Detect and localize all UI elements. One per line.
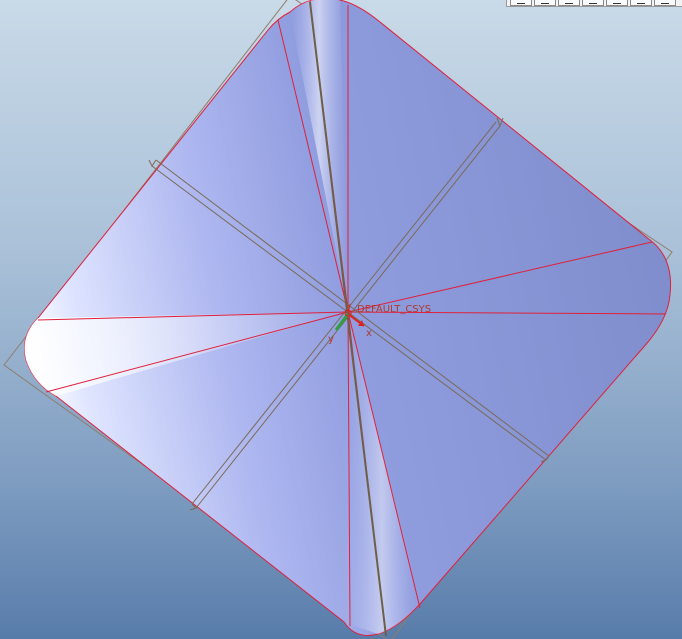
- view-button-7[interactable]: [654, 0, 676, 6]
- view-button-2[interactable]: [534, 0, 556, 6]
- view-button-4[interactable]: [582, 0, 604, 6]
- view-toolbar: [506, 0, 682, 7]
- view-button-5[interactable]: [606, 0, 628, 6]
- view-button-3[interactable]: [558, 0, 580, 6]
- csys-label: DEFAULT_CSYS: [357, 304, 431, 315]
- axis-y-label: y: [328, 334, 334, 345]
- view-button-6[interactable]: [630, 0, 652, 6]
- axis-x-label: x: [366, 328, 372, 339]
- view-button-1[interactable]: [510, 0, 532, 6]
- model-canvas[interactable]: DEFAULT_CSYS y x: [0, 0, 682, 639]
- model-viewport[interactable]: DEFAULT_CSYS y x: [0, 0, 682, 639]
